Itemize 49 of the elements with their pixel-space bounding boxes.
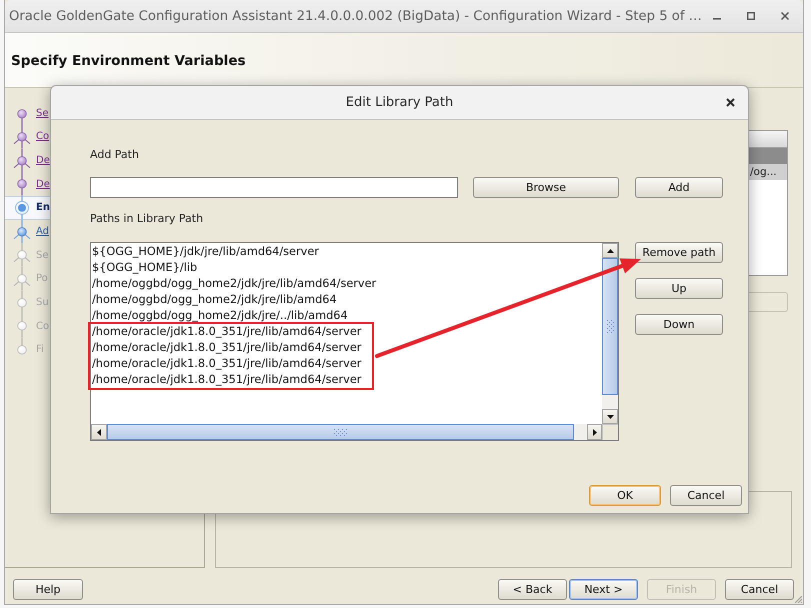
down-arrow-icon bbox=[606, 414, 614, 418]
minimize-icon[interactable] bbox=[713, 18, 721, 20]
resize-grip-icon[interactable] bbox=[795, 596, 802, 603]
scroll-thumb[interactable] bbox=[602, 258, 618, 395]
path-item[interactable]: /home/oracle/jdk1.8.0_351/jre/lib/amd64/server bbox=[90, 324, 364, 340]
dialog-button[interactable]: Cancel bbox=[670, 485, 742, 506]
nav-button[interactable]: Next > bbox=[569, 579, 638, 600]
scroll-right-button[interactable] bbox=[587, 424, 602, 440]
window-title: Oracle GoldenGate Configuration Assistant 21.4.0.0.0.002 (BigData) - Configuration Wizard - Step 5 of … bbox=[9, 8, 702, 24]
path-item[interactable]: /home/oggbd/ogg_home2/jdk/jre/lib/amd64 bbox=[91, 292, 339, 308]
up-arrow-icon bbox=[606, 248, 614, 252]
paths-list-label: Paths in Library Path bbox=[90, 212, 204, 226]
add-path-label: Add Path bbox=[90, 148, 139, 162]
close-icon[interactable] bbox=[726, 98, 735, 107]
path-input-field[interactable] bbox=[90, 177, 458, 198]
wizard-step[interactable]: De bbox=[5, 148, 50, 172]
path-item[interactable]: /home/oracle/jdk1.8.0_351/jre/lib/amd64/server bbox=[90, 356, 364, 372]
list-action-button[interactable]: Up bbox=[635, 278, 723, 299]
wizard-step[interactable]: En bbox=[5, 196, 50, 220]
right-arrow-icon bbox=[592, 428, 596, 436]
path-item[interactable]: ${OGG_HOME}/jdk/jre/lib/amd64/server bbox=[91, 244, 321, 260]
list-action-button[interactable]: Down bbox=[635, 314, 723, 335]
path-item[interactable]: /home/oracle/jdk1.8.0_351/jre/lib/amd64/server bbox=[90, 372, 364, 388]
dialog-title: Edit Library Path bbox=[346, 95, 454, 110]
path-item[interactable]: /home/oggbd/ogg_home2/jdk/jre/lib/amd64/server bbox=[91, 276, 378, 292]
page-heading: Specify Environment Variables bbox=[11, 52, 246, 68]
left-arrow-icon bbox=[97, 428, 101, 436]
nav-button[interactable]: < Back bbox=[498, 579, 567, 600]
wizard-step[interactable]: De bbox=[5, 172, 50, 196]
nav-button[interactable]: Cancel bbox=[725, 579, 794, 600]
scroll-left-button[interactable] bbox=[91, 424, 107, 440]
table-row[interactable]: /og... bbox=[749, 164, 787, 180]
close-icon[interactable] bbox=[781, 12, 789, 20]
list-action-button[interactable]: Remove path bbox=[635, 242, 723, 263]
vertical-scrollbar[interactable] bbox=[602, 243, 618, 424]
scroll-up-button[interactable] bbox=[602, 243, 618, 258]
path-item[interactable]: ${OGG_HOME}/lib bbox=[91, 260, 200, 276]
scrollbar-corner bbox=[602, 424, 618, 440]
wizard-step[interactable]: Se bbox=[5, 102, 50, 126]
maximize-icon[interactable] bbox=[747, 12, 755, 20]
path-item[interactable]: /home/oracle/jdk1.8.0_351/jre/lib/amd64/server bbox=[90, 340, 364, 356]
scroll-down-button[interactable] bbox=[602, 409, 618, 424]
help-button[interactable]: Help bbox=[13, 579, 83, 600]
browse-button[interactable]: Browse bbox=[473, 177, 619, 198]
dialog-button[interactable]: OK bbox=[589, 485, 661, 506]
path-item[interactable]: /home/oggbd/ogg_home2/jdk/jre/../lib/amd64 bbox=[91, 308, 350, 324]
add-button[interactable]: Add bbox=[635, 177, 723, 198]
wizard-step[interactable]: Co bbox=[5, 125, 50, 149]
wizard-step[interactable]: Ad bbox=[5, 220, 50, 244]
